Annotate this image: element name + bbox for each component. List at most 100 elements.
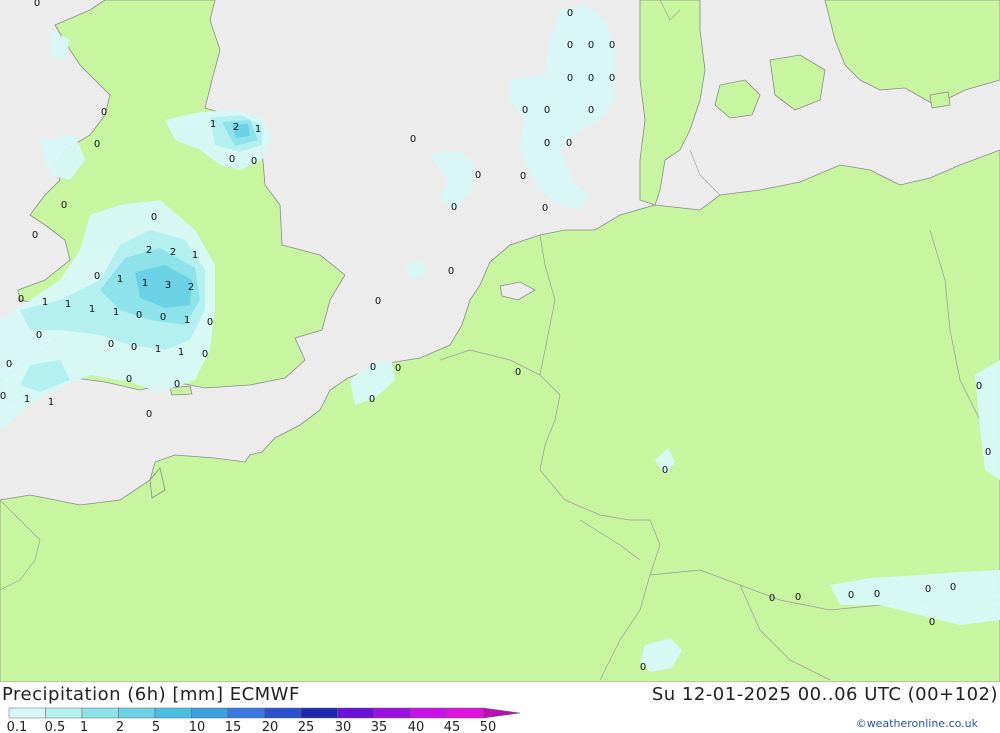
value-label: 0 xyxy=(985,447,991,458)
legend-tick: 45 xyxy=(444,720,461,733)
value-label: 0 xyxy=(151,212,157,223)
value-label: 0 xyxy=(61,200,67,211)
legend-swatch xyxy=(191,707,229,719)
map-title: Precipitation (6h) [mm] ECMWF xyxy=(2,684,300,705)
color-legend: 0.1 0.5 1 2 5 10 15 20 25 30 35 40 45 50 xyxy=(7,707,521,733)
value-label: 1 xyxy=(178,347,184,358)
value-label: 2 xyxy=(146,245,152,256)
value-label: 0 xyxy=(369,394,375,405)
credit-text: ©weatheronline.co.uk xyxy=(855,717,978,730)
value-label: 2 xyxy=(170,247,176,258)
legend-tick: 15 xyxy=(225,720,242,733)
value-label: 0 xyxy=(146,409,152,420)
value-label: 0 xyxy=(515,367,521,378)
legend-swatch xyxy=(264,707,302,719)
legend-tick: 50 xyxy=(480,720,497,733)
value-label: 0 xyxy=(522,105,528,116)
value-label: 0 xyxy=(544,105,550,116)
legend-tick: 10 xyxy=(189,720,206,733)
value-label: 1 xyxy=(48,397,54,408)
value-label: 0 xyxy=(588,105,594,116)
value-label: 0 xyxy=(18,294,24,305)
value-label: 0 xyxy=(542,203,548,214)
value-label: 0 xyxy=(108,339,114,350)
value-label: 0 xyxy=(640,662,646,673)
value-label: 0 xyxy=(544,138,550,149)
value-label: 0 xyxy=(101,107,107,118)
caption-row: Precipitation (6h) [mm] ECMWF Su 12-01-2… xyxy=(0,682,1000,706)
legend-swatch xyxy=(81,707,119,719)
value-label: 0 xyxy=(36,330,42,341)
value-label: 0 xyxy=(410,134,416,145)
value-label: 1 xyxy=(117,274,123,285)
value-label: 0 xyxy=(874,589,880,600)
legend-swatch xyxy=(8,707,46,719)
value-label: 3 xyxy=(165,280,171,291)
value-label: 0 xyxy=(395,363,401,374)
value-label: 0 xyxy=(229,154,235,165)
legend-swatch xyxy=(227,707,265,719)
value-label: 2 xyxy=(233,122,239,133)
value-label: 0 xyxy=(131,342,137,353)
value-label: 0 xyxy=(609,73,615,84)
bornholm xyxy=(929,91,951,109)
value-label: 1 xyxy=(142,278,148,289)
value-label: 0 xyxy=(475,170,481,181)
value-label: 0 xyxy=(448,266,454,277)
value-label: 1 xyxy=(89,304,95,315)
legend-tick: 30 xyxy=(335,720,352,733)
legend-tick: 0.5 xyxy=(45,720,66,733)
value-label: 0 xyxy=(567,40,573,51)
value-label: 0 xyxy=(588,40,594,51)
value-label: 1 xyxy=(210,119,216,130)
legend-tick: 20 xyxy=(262,720,279,733)
legend-swatch xyxy=(154,707,192,719)
value-label: 0 xyxy=(160,312,166,323)
value-label: 0 xyxy=(32,230,38,241)
legend-tick: 25 xyxy=(298,720,315,733)
valid-time: Su 12-01-2025 00..06 UTC (00+102) xyxy=(651,684,998,705)
value-label: 0 xyxy=(94,271,100,282)
value-label: 1 xyxy=(113,307,119,318)
value-label: 1 xyxy=(42,297,48,308)
legend-swatch xyxy=(410,707,448,719)
value-label: 0 xyxy=(34,0,40,9)
value-label: 0 xyxy=(207,317,213,328)
value-label: 1 xyxy=(255,124,261,135)
value-label: 0 xyxy=(929,617,935,628)
legend-tick: 40 xyxy=(408,720,425,733)
value-label: 0 xyxy=(520,171,526,182)
value-label: 0 xyxy=(174,379,180,390)
value-label: 0 xyxy=(94,139,100,150)
value-label: 0 xyxy=(795,592,801,603)
value-label: 0 xyxy=(567,73,573,84)
value-label: 0 xyxy=(950,582,956,593)
value-label: 0 xyxy=(126,374,132,385)
precipitation-map: 0 0 0 0 0 0 0 0 0 0 0 0 0 0 0 0 1 2 1 0 … xyxy=(0,0,1000,682)
legend-swatch xyxy=(373,707,411,719)
value-label: 1 xyxy=(192,250,198,261)
legend-swatch xyxy=(337,707,375,719)
value-label: 0 xyxy=(609,40,615,51)
value-label: 0 xyxy=(202,349,208,360)
value-label: 0 xyxy=(0,391,6,402)
value-label: 0 xyxy=(451,202,457,213)
value-label: 0 xyxy=(662,465,668,476)
value-label: 1 xyxy=(24,394,30,405)
value-label: 0 xyxy=(566,138,572,149)
value-label: 0 xyxy=(769,593,775,604)
legend-tick: 5 xyxy=(152,720,160,733)
value-label: 0 xyxy=(375,296,381,307)
legend-swatch xyxy=(300,707,338,719)
value-label: 2 xyxy=(188,282,194,293)
value-label: 0 xyxy=(588,73,594,84)
legend-tick: 0.1 xyxy=(7,720,28,733)
legend-swatch xyxy=(45,707,83,719)
legend-arrow xyxy=(483,707,521,719)
value-label: 1 xyxy=(184,315,190,326)
value-label: 0 xyxy=(567,8,573,19)
value-label: 1 xyxy=(155,344,161,355)
value-label: 0 xyxy=(6,359,12,370)
legend-ticks: 0.1 0.5 1 2 5 10 15 20 25 30 35 40 45 50 xyxy=(7,720,497,733)
value-label: 1 xyxy=(65,299,71,310)
